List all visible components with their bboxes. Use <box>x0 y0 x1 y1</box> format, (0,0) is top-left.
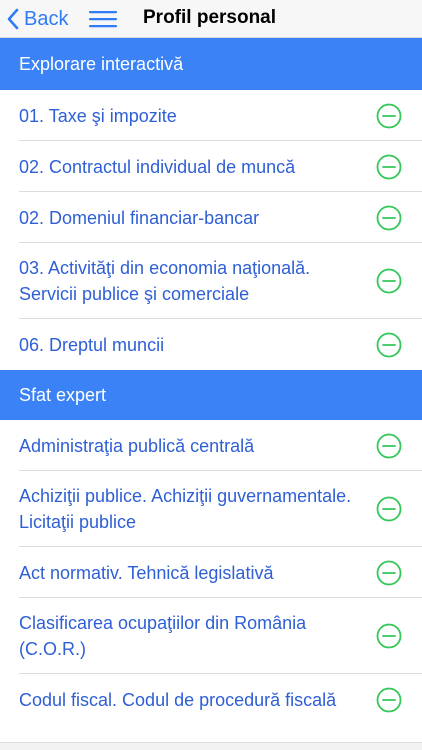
list-item[interactable]: Administraţia publică centrală <box>0 420 422 471</box>
minus-circle-icon[interactable] <box>376 332 402 358</box>
back-button-label: Back <box>24 7 69 30</box>
list-item[interactable]: 02. Domeniul financiar-bancar <box>0 192 422 243</box>
minus-circle-icon[interactable] <box>376 103 402 129</box>
minus-circle-icon[interactable] <box>376 268 402 294</box>
list-item-label: Act normativ. Tehnică legislativă <box>19 562 274 583</box>
list-item-label: 02. Domeniul financiar-bancar <box>19 207 260 228</box>
list-item-label: 02. Contractul individual de muncă <box>19 156 296 177</box>
list-item[interactable]: 03. Activităţi din economia naţională. S… <box>0 243 422 319</box>
list-item[interactable]: 06. Dreptul muncii <box>0 319 422 370</box>
list-item[interactable]: Clasificarea ocupaţiilor din România (C.… <box>0 598 422 674</box>
hamburger-menu-icon[interactable] <box>88 9 118 29</box>
list-item-label: Codul fiscal. Codul de procedură fiscală <box>19 689 337 710</box>
list-item-label: Achiziţii publice. Achiziţii guvernament… <box>19 486 352 532</box>
list-item[interactable]: Codul fiscal. Codul de procedură fiscală <box>0 674 422 725</box>
list-item-label: Clasificarea ocupaţiilor din România (C.… <box>19 613 307 659</box>
section-header-sfat-expert: Sfat expert <box>0 370 422 420</box>
list-item-label: 06. Dreptul muncii <box>19 334 165 355</box>
minus-circle-icon[interactable] <box>376 205 402 231</box>
section-header-label: Explorare interactivă <box>19 53 184 74</box>
minus-circle-icon[interactable] <box>376 623 402 649</box>
list-item[interactable]: Act normativ. Tehnică legislativă <box>0 547 422 598</box>
section-header-label: Sfat expert <box>19 384 107 405</box>
list-item-label: Administraţia publică centrală <box>19 435 255 456</box>
minus-circle-icon[interactable] <box>376 433 402 459</box>
bottom-toolbar <box>0 742 422 750</box>
minus-circle-icon[interactable] <box>376 687 402 713</box>
list-item[interactable]: Achiziţii publice. Achiziţii guvernament… <box>0 471 422 547</box>
list-item-label: 01. Taxe şi impozite <box>19 105 177 126</box>
minus-circle-icon[interactable] <box>376 560 402 586</box>
navigation-bar: Back Profil personal <box>0 0 422 38</box>
minus-circle-icon[interactable] <box>376 154 402 180</box>
list-item[interactable]: 02. Contractul individual de muncă <box>0 141 422 192</box>
back-button[interactable]: Back <box>6 5 68 33</box>
list-item-label: 03. Activităţi din economia naţională. S… <box>19 258 311 304</box>
chevron-left-icon <box>7 8 19 30</box>
page-title: Profil personal <box>143 7 277 28</box>
section-header-explorare: Explorare interactivă <box>0 38 422 90</box>
list-item[interactable]: 01. Taxe şi impozite <box>0 90 422 141</box>
minus-circle-icon[interactable] <box>376 496 402 522</box>
